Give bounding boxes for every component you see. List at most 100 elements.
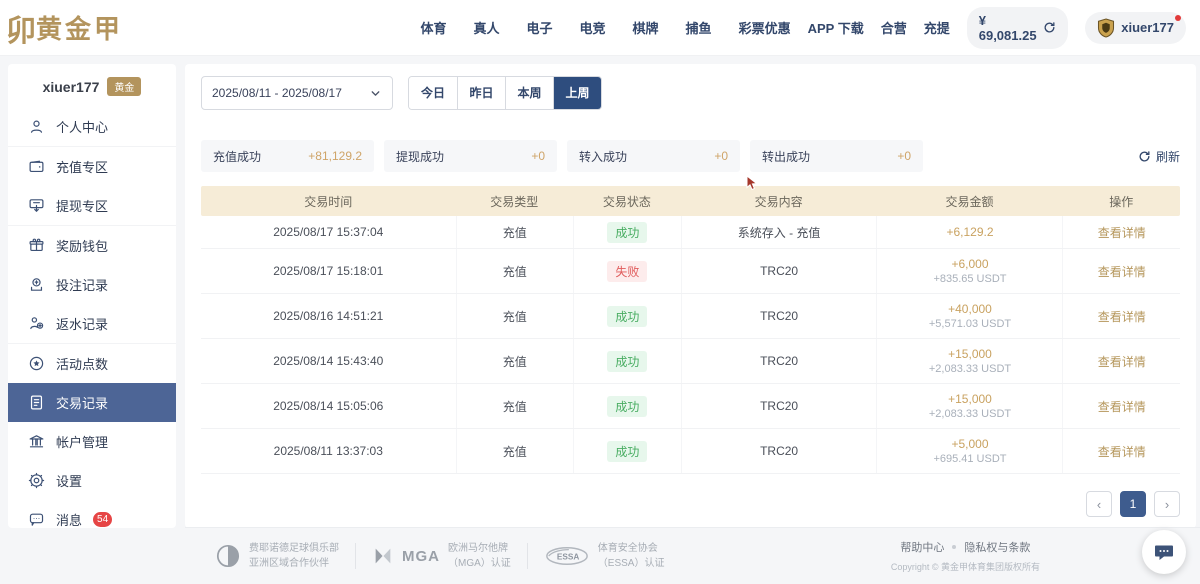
app-download-link[interactable]: APP 下载	[808, 18, 864, 37]
sidebar-item-settings[interactable]: 设置	[8, 461, 176, 500]
cell-status: 成功	[573, 339, 681, 383]
view-detail-link[interactable]: 查看详情	[1063, 308, 1179, 325]
nav-cards[interactable]: 棋牌	[633, 18, 659, 37]
svg-text:ESSA: ESSA	[557, 553, 580, 562]
sidebar-item-rebate-records[interactable]: 返水记录	[8, 304, 176, 343]
cell-type: 充值	[456, 249, 573, 293]
nav-slots[interactable]: 电子	[527, 18, 553, 37]
partner-logos: 费耶诺德足球俱乐部 亚洲区域合作伙伴 MGA 欧洲马尔他牌 （MGA）认证 ES…	[215, 541, 664, 571]
status-badge: 成功	[607, 441, 647, 462]
cell-amount: +5,000+695.41 USDT	[876, 429, 1062, 473]
cell-status: 失败	[573, 249, 681, 293]
cell-content: TRC20	[681, 429, 877, 473]
amount-main: +6,000	[877, 257, 1062, 271]
current-page-button[interactable]: 1	[1120, 491, 1146, 517]
chip-label: 转入成功	[579, 148, 627, 165]
tab-this-week[interactable]: 本周	[505, 77, 553, 109]
tab-last-week[interactable]: 上周	[553, 77, 601, 109]
amount-sub: +835.65 USDT	[877, 273, 1062, 285]
table-row: 2025/08/17 15:18:01 充值 失败 TRC20 +6,000+8…	[201, 249, 1180, 294]
cell-time: 2025/08/14 15:43:40	[201, 339, 456, 383]
nav-esports[interactable]: 电竞	[580, 18, 606, 37]
summary-transfer-out-success: 转出成功 +0	[750, 140, 923, 172]
amount-main: +6,129.2	[877, 225, 1062, 239]
affiliate-link[interactable]: 合营	[881, 18, 907, 37]
notification-dot	[1175, 15, 1181, 21]
cell-amount: +6,000 +835.65 USDT	[876, 249, 1062, 293]
amount-main: +40,000	[877, 302, 1062, 316]
view-detail-link[interactable]: 查看详情	[1063, 263, 1179, 280]
tab-yesterday[interactable]: 昨日	[457, 77, 505, 109]
chip-value: +0	[714, 149, 728, 163]
chevron-down-icon	[369, 87, 382, 100]
sidebar-item-withdraw[interactable]: 提现专区	[8, 186, 176, 225]
col-status: 交易状态	[573, 193, 681, 210]
balance-pill[interactable]: ¥ 69,081.25	[967, 7, 1069, 49]
date-range-select[interactable]: 2025/08/11 - 2025/08/17	[201, 76, 393, 110]
sidebar-item-deposit[interactable]: 充值专区	[8, 147, 176, 186]
cell-content: TRC20	[681, 249, 877, 293]
nav-fishing[interactable]: 捕鱼	[686, 18, 712, 37]
footer: 费耶诺德足球俱乐部 亚洲区域合作伙伴 MGA 欧洲马尔他牌 （MGA）认证 ES…	[185, 527, 1200, 584]
chip-label: 转出成功	[762, 148, 810, 165]
sidebar-item-label: 奖励钱包	[56, 236, 108, 255]
site-logo[interactable]: 卯 黄金甲	[14, 6, 160, 50]
refresh-balance-icon[interactable]	[1043, 21, 1056, 34]
table-row: 2025/08/16 14:51:21 充值 成功 TRC20 +40,000+…	[201, 294, 1180, 339]
view-detail-link[interactable]: 查看详情	[1063, 353, 1179, 370]
partner-feyenoord: 费耶诺德足球俱乐部 亚洲区域合作伙伴	[215, 541, 339, 571]
footer-links-block: 帮助中心 隐私权与条款 Copyright © 黄金甲体育集团版权所有	[891, 539, 1040, 573]
tab-today[interactable]: 今日	[409, 77, 457, 109]
sidebar-item-label: 消息	[56, 510, 82, 529]
nav-lottery[interactable]: 彩票	[739, 18, 765, 37]
status-badge: 成功	[607, 351, 647, 372]
header-right: 优惠 APP 下载 合营 充提 ¥ 69,081.25 xiuer177	[765, 7, 1186, 49]
cell-content: TRC20	[681, 339, 877, 383]
page: 卯 黄金甲 体育 真人 电子 电竞 棋牌 捕鱼 彩票 优惠 APP 下载 合营 …	[0, 0, 1200, 584]
cell-amount: +6,129.2	[876, 216, 1062, 248]
vip-level-badge: 黄金	[107, 77, 141, 96]
transaction-record-icon	[28, 394, 45, 411]
nav-live[interactable]: 真人	[473, 18, 499, 37]
cell-action: 查看详情	[1062, 339, 1179, 383]
partner-essa: ESSA 体育安全协会 （ESSA）认证	[544, 541, 665, 571]
nav-sports[interactable]: 体育	[420, 18, 446, 37]
sidebar-item-activity-points[interactable]: 活动点数	[8, 344, 176, 383]
sidebar-item-bet-records[interactable]: 投注记录	[8, 265, 176, 304]
prev-page-button[interactable]: ‹	[1086, 491, 1112, 517]
view-detail-link[interactable]: 查看详情	[1063, 443, 1179, 460]
rebate-icon	[28, 315, 45, 332]
cell-type: 充值	[456, 294, 573, 338]
next-page-button[interactable]: ›	[1154, 491, 1180, 517]
refresh-button[interactable]: 刷新	[1138, 148, 1180, 165]
col-content: 交易内容	[681, 193, 877, 210]
col-amount: 交易金额	[876, 193, 1062, 210]
status-badge: 成功	[607, 396, 647, 417]
promo-link[interactable]: 优惠	[765, 18, 791, 37]
sidebar-item-reward-wallet[interactable]: 奖励钱包	[8, 226, 176, 265]
privacy-terms-link[interactable]: 隐私权与条款	[964, 539, 1030, 555]
sidebar-item-account-management[interactable]: 帐户管理	[8, 422, 176, 461]
message-count-badge: 54	[93, 512, 112, 527]
bank-icon	[28, 433, 45, 450]
cell-action: 查看详情	[1062, 384, 1179, 428]
summary-deposit-success: 充值成功 +81,129.2	[201, 140, 374, 172]
cell-time: 2025/08/17 15:37:04	[201, 216, 456, 248]
filter-row: 2025/08/11 - 2025/08/17 今日 昨日 本周 上周	[201, 76, 1180, 110]
gear-icon	[28, 472, 45, 489]
chip-value: +81,129.2	[308, 149, 362, 163]
cell-status: 成功	[573, 384, 681, 428]
view-detail-link[interactable]: 查看详情	[1063, 224, 1179, 241]
sidebar-item-label: 个人中心	[56, 117, 108, 136]
view-detail-link[interactable]: 查看详情	[1063, 398, 1179, 415]
deposit-withdraw-link[interactable]: 充提	[924, 18, 950, 37]
sidebar-item-transaction-records[interactable]: 交易记录	[8, 383, 176, 422]
help-center-link[interactable]: 帮助中心	[900, 539, 944, 555]
sidebar-item-messages[interactable]: 消息 54	[8, 500, 176, 539]
sidebar-item-personal-center[interactable]: 个人中心	[8, 107, 176, 146]
sidebar-item-label: 返水记录	[56, 314, 108, 333]
user-menu[interactable]: xiuer177	[1085, 12, 1186, 44]
status-badge: 失败	[607, 261, 647, 282]
customer-service-button[interactable]	[1142, 530, 1186, 574]
activity-points-icon	[28, 355, 45, 372]
